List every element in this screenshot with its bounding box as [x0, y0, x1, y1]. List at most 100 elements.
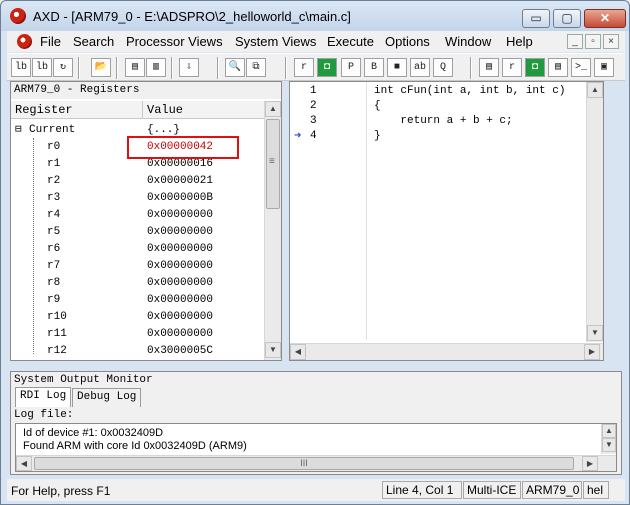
registers-vertical-scrollbar[interactable]: ▲ ≡ ▼	[264, 101, 281, 360]
status-help-text: For Help, press F1	[11, 484, 111, 498]
output-view-icon[interactable]: ▤	[548, 58, 568, 77]
watch-system-icon[interactable]: ◘	[525, 58, 545, 77]
title-bar[interactable]: AXD - [ARM79_0 - E:\ADSPRO\2_helloworld_…	[1, 1, 629, 31]
register-row[interactable]: r4 0x00000000	[11, 207, 265, 224]
r0-highlight-box	[127, 136, 239, 159]
registers-system-icon[interactable]: r	[502, 58, 522, 77]
register-value[interactable]: 0x00000000	[147, 292, 213, 309]
toolbar-separator	[285, 57, 287, 79]
menu-bar: File Search Processor Views System Views…	[7, 31, 625, 52]
register-value[interactable]: 0x3000005C	[147, 343, 213, 360]
register-row[interactable]: r7 0x00000000	[11, 258, 265, 275]
code-vertical-scrollbar[interactable]: ▲ ▼	[586, 82, 603, 342]
toolbar-separator	[78, 57, 80, 79]
menu-execute[interactable]: Execute	[327, 34, 374, 49]
registers-view-icon[interactable]: r	[294, 58, 314, 77]
code-line[interactable]: 2 {	[290, 99, 590, 114]
menu-window[interactable]: Window	[445, 34, 491, 49]
variables-view-icon[interactable]: P	[341, 58, 361, 77]
console-icon[interactable]: ▣	[594, 58, 614, 77]
load-image-icon[interactable]: lb	[11, 58, 31, 77]
tab-rdi-log[interactable]: RDI Log	[15, 387, 72, 407]
save-all-icon[interactable]: ▥	[146, 58, 166, 77]
scroll-right-button[interactable]: ▶	[582, 456, 598, 471]
menu-search[interactable]: Search	[73, 34, 114, 49]
register-row[interactable]: r5 0x00000000	[11, 224, 265, 241]
code-line[interactable]: 3 return a + b + c;	[290, 114, 590, 129]
code-horizontal-scrollbar[interactable]: ◀ ▶	[290, 343, 603, 360]
search-view-icon[interactable]: Q	[433, 58, 453, 77]
download-icon[interactable]: ⇩	[179, 58, 199, 77]
register-row[interactable]: r6 0x00000000	[11, 241, 265, 258]
column-header-register[interactable]: Register	[11, 101, 143, 119]
menu-system-views[interactable]: System Views	[235, 34, 316, 49]
system-view-icon[interactable]: ▤	[479, 58, 499, 77]
scroll-up-button[interactable]: ▲	[602, 424, 616, 438]
log-horizontal-scrollbar[interactable]: ◀ III ▶	[16, 455, 616, 471]
command-line-icon[interactable]: >_	[571, 58, 591, 77]
register-value[interactable]: 0x00000000	[147, 309, 213, 326]
menu-options[interactable]: Options	[385, 34, 430, 49]
scroll-left-button[interactable]: ◀	[16, 456, 32, 471]
register-row[interactable]: r12 0x3000005C	[11, 343, 265, 360]
scroll-up-button[interactable]: ▲	[587, 82, 603, 98]
register-value[interactable]: 0x00000000	[147, 275, 213, 292]
status-extra: hel	[583, 481, 609, 499]
status-target: Multi-ICE	[463, 481, 521, 499]
register-row[interactable]: r8 0x00000000	[11, 275, 265, 292]
registers-pane-title: ARM79_0 - Registers	[11, 82, 281, 99]
register-row[interactable]: r3 0x0000000B	[11, 190, 265, 207]
refresh-icon[interactable]: ↻	[53, 58, 73, 77]
code-text: return a + b + c;	[374, 115, 513, 127]
find-next-icon[interactable]: ⧉	[246, 58, 266, 77]
breakpoints-view-icon[interactable]: B	[364, 58, 384, 77]
collapse-toggle-icon[interactable]: ⊟	[15, 122, 22, 139]
scroll-right-button[interactable]: ▶	[584, 344, 600, 360]
column-header-value[interactable]: Value	[143, 101, 265, 119]
close-button[interactable]: ✕	[584, 9, 626, 28]
disassembly-view-icon[interactable]: ab	[410, 58, 430, 77]
register-value[interactable]: 0x00000000	[147, 258, 213, 275]
status-processor: ARM79_0	[522, 481, 582, 499]
scroll-left-button[interactable]: ◀	[290, 344, 306, 360]
register-value[interactable]: 0x00000000	[147, 207, 213, 224]
register-row[interactable]: r11 0x00000000	[11, 326, 265, 343]
code-line-current[interactable]: ➜ 4 }	[290, 129, 590, 144]
save-icon[interactable]: ▤	[125, 58, 145, 77]
scroll-thumb[interactable]: ≡	[266, 119, 280, 209]
scroll-down-button[interactable]: ▼	[602, 438, 616, 452]
minimize-button[interactable]: ▭	[522, 9, 550, 28]
register-value[interactable]: 0x00000000	[147, 241, 213, 258]
scroll-down-button[interactable]: ▼	[587, 325, 603, 341]
register-value[interactable]: 0x0000000B	[147, 190, 213, 207]
register-value[interactable]: 0x00000000	[147, 326, 213, 343]
register-row[interactable]: r10 0x00000000	[11, 309, 265, 326]
maximize-button[interactable]: ▢	[553, 9, 581, 28]
menu-file[interactable]: File	[40, 34, 61, 49]
scroll-down-button[interactable]: ▼	[265, 342, 281, 358]
memory-view-icon[interactable]: ■	[387, 58, 407, 77]
mdi-minimize-button[interactable]: _	[567, 34, 583, 49]
register-value[interactable]: 0x00000021	[147, 173, 213, 190]
mdi-restore-button[interactable]: ▫	[585, 34, 601, 49]
watch-view-icon[interactable]: ◘	[317, 58, 337, 77]
mdi-close-button[interactable]: ×	[603, 34, 619, 49]
register-row[interactable]: r2 0x00000021	[11, 173, 265, 190]
code-text: {	[374, 100, 381, 112]
scroll-thumb[interactable]: III	[34, 457, 574, 470]
document-icon[interactable]	[17, 34, 32, 49]
log-vertical-scrollbar[interactable]: ▲ ▼	[601, 424, 616, 454]
log-output-box[interactable]: Id of device #1: 0x0032409D Found ARM wi…	[15, 423, 617, 472]
register-name: r2	[47, 175, 61, 187]
find-icon[interactable]: 🔍	[225, 58, 245, 77]
tab-debug-log[interactable]: Debug Log	[72, 388, 142, 407]
reload-image-icon[interactable]: lb	[32, 58, 52, 77]
register-name: r0	[47, 141, 61, 153]
register-row[interactable]: r9 0x00000000	[11, 292, 265, 309]
scroll-up-button[interactable]: ▲	[265, 101, 281, 117]
menu-help[interactable]: Help	[506, 34, 533, 49]
register-value[interactable]: 0x00000000	[147, 224, 213, 241]
menu-processor-views[interactable]: Processor Views	[126, 34, 223, 49]
open-folder-icon[interactable]: 📂	[91, 58, 111, 77]
code-line[interactable]: 1 int cFun(int a, int b, int c)	[290, 84, 590, 99]
